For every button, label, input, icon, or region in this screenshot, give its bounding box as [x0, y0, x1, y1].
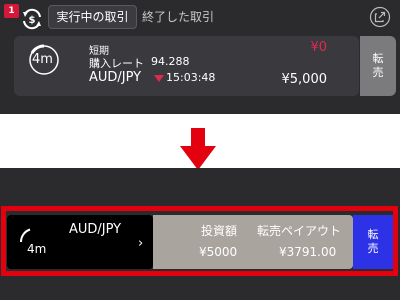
resell-details: 投資額 ¥5000 転売ペイアウト ¥3791.00 [153, 215, 353, 269]
tab-bar: $ 1 実行中の取引 終了した取引 [0, 0, 400, 32]
notification-badge: 1 [4, 4, 19, 18]
trade-card[interactable]: 4m 短期 購入レート 94.288 AUD/JPY 15:03:48 ¥0 ¥… [14, 36, 359, 96]
external-link-icon[interactable] [369, 6, 391, 28]
resell-trade-card[interactable]: 4m AUD/JPY › 投資額 ¥5000 転売ペイアウト ¥3791.00 … [7, 213, 393, 271]
resell-label-2: 売 [367, 242, 379, 255]
resell-button[interactable]: 転 売 [353, 215, 393, 269]
purchase-rate-value: 94.288 [151, 55, 190, 68]
purchase-rate-label: 購入レート [89, 57, 144, 70]
resell-payout-value: ¥3791.00 [279, 245, 337, 259]
resell-label-1: 転 [372, 52, 384, 65]
exchange-currency-icon: $ [23, 8, 41, 30]
tab-active-trades[interactable]: 実行中の取引 [48, 5, 137, 29]
top-panel: $ 1 実行中の取引 終了した取引 4m 短期 購入レート 94.288 AUD… [0, 0, 400, 114]
trade-time: 15:03:48 [166, 71, 216, 84]
resell-label-1: 転 [367, 228, 379, 241]
resell-button[interactable]: 転 売 [360, 36, 396, 96]
chevron-right-icon: › [138, 236, 144, 251]
down-arrow-icon [180, 128, 216, 170]
current-payout: ¥0 [310, 40, 327, 55]
investment-value: ¥5000 [199, 245, 238, 259]
app-icon[interactable]: $ 1 [4, 4, 44, 30]
svg-text:$: $ [29, 15, 36, 26]
currency-pair: AUD/JPY [89, 70, 142, 85]
tab-closed-trades[interactable]: 終了した取引 [142, 5, 214, 29]
resell-label-2: 売 [372, 66, 384, 79]
down-trend-icon [154, 75, 164, 82]
trade-summary[interactable]: 4m AUD/JPY › [7, 215, 153, 269]
investment-amount: ¥5,000 [281, 72, 328, 87]
resell-payout-label: 転売ペイアウト [257, 224, 342, 238]
investment-label: 投資額 [201, 224, 238, 238]
currency-pair: AUD/JPY [69, 222, 122, 237]
timer-label: 4m [27, 242, 47, 256]
timer-label: 4m [32, 52, 53, 67]
